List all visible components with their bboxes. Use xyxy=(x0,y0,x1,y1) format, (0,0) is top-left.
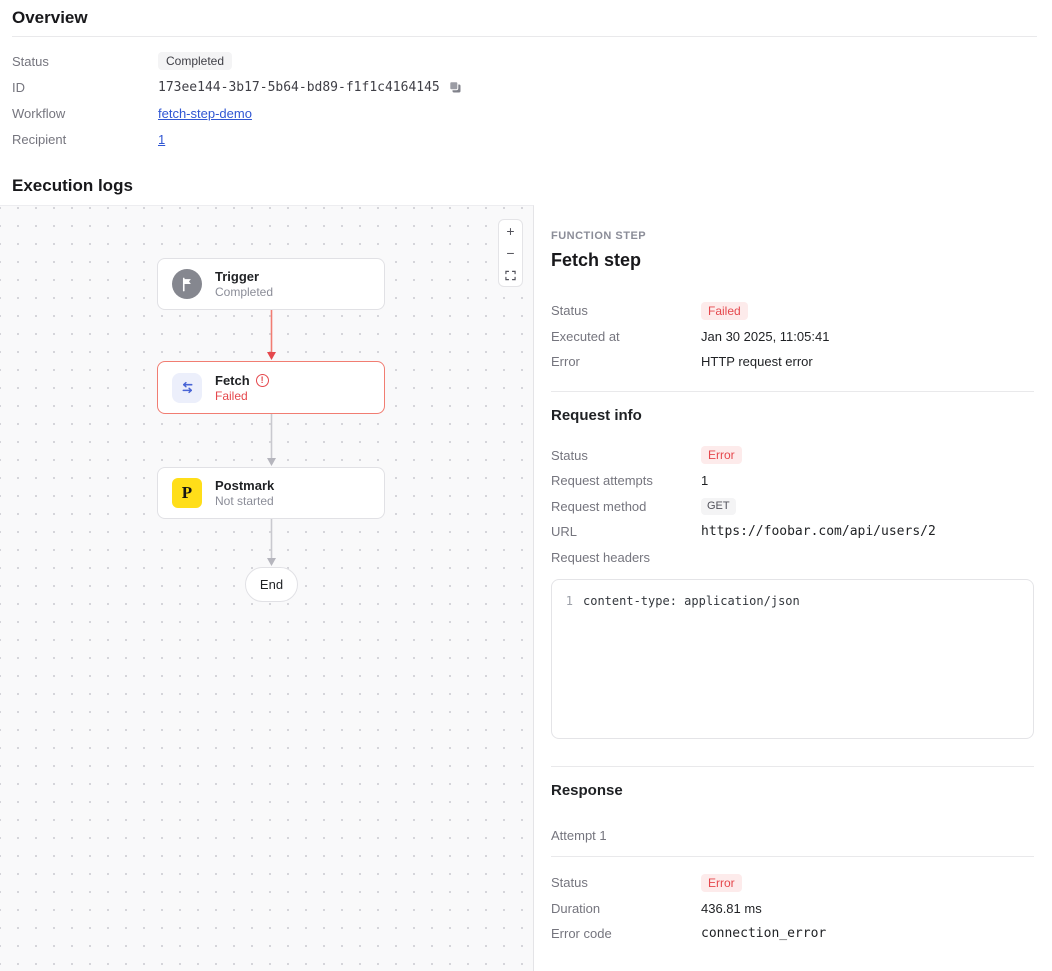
zoom-in-button[interactable]: + xyxy=(499,220,522,242)
request-status-badge: Error xyxy=(701,446,742,464)
step-error-label: Error xyxy=(551,354,701,369)
fetch-warning-icon: ! xyxy=(256,374,269,387)
step-type-kicker: FUNCTION STEP xyxy=(551,230,1034,242)
request-method-badge: GET xyxy=(701,498,736,515)
response-rows: Status Error Duration 436.81 ms Error co… xyxy=(551,870,1034,947)
request-url-label: URL xyxy=(551,524,701,539)
page-title: Overview xyxy=(12,8,1037,28)
request-attempts-label: Request attempts xyxy=(551,473,701,488)
edge-fetch-postmark xyxy=(264,414,279,467)
trigger-node-status: Completed xyxy=(215,285,273,299)
canvas-zoom-controls: + − xyxy=(498,219,523,287)
copy-id-button[interactable] xyxy=(448,80,462,94)
step-status-row: Status Failed xyxy=(551,298,1034,324)
fetch-node-title: Fetch xyxy=(215,373,250,388)
status-label: Status xyxy=(12,54,158,69)
response-status-badge: Error xyxy=(701,874,742,892)
request-info-rows: Status Error Request attempts 1 Request … xyxy=(551,443,1034,571)
step-summary-rows: Status Failed Executed at Jan 30 2025, 1… xyxy=(551,298,1034,375)
postmark-node-status: Not started xyxy=(215,494,274,508)
status-badge: Completed xyxy=(158,52,232,70)
workflow-link[interactable]: fetch-step-demo xyxy=(158,106,252,121)
fullscreen-icon xyxy=(505,270,516,281)
request-attempts-value: 1 xyxy=(701,473,708,488)
node-postmark[interactable]: P Postmark Not started xyxy=(157,467,385,519)
postmark-logo-icon: P xyxy=(172,478,202,508)
workflow-label: Workflow xyxy=(12,106,158,121)
executed-at-value: Jan 30 2025, 11:05:41 xyxy=(701,329,829,344)
response-error-code-label: Error code xyxy=(551,926,701,941)
code-line-number: 1 xyxy=(564,594,573,608)
edge-postmark-end xyxy=(264,519,279,567)
attempt-label: Attempt 1 xyxy=(551,828,1034,857)
request-method-label: Request method xyxy=(551,499,701,514)
response-error-code-value: connection_error xyxy=(701,926,826,941)
node-trigger[interactable]: Trigger Completed xyxy=(157,258,385,310)
id-label: ID xyxy=(12,80,158,95)
trigger-node-title: Trigger xyxy=(215,269,259,284)
response-divider xyxy=(551,766,1034,767)
step-status-label: Status xyxy=(551,303,701,318)
edge-trigger-fetch xyxy=(264,310,279,361)
execution-logs-title: Execution logs xyxy=(12,176,1040,196)
request-url-row: URL https://foobar.com/api/users/2 xyxy=(551,519,1034,545)
overview-section: Overview Status Completed ID 173ee144-3b… xyxy=(0,0,1052,152)
request-info-divider xyxy=(551,391,1034,392)
copy-icon xyxy=(448,80,462,94)
code-line-content: content-type: application/json xyxy=(583,594,800,608)
response-title: Response xyxy=(551,782,1034,799)
fetch-swap-icon xyxy=(172,373,202,403)
postmark-monogram: P xyxy=(182,483,192,503)
node-end: End xyxy=(245,567,298,602)
node-fetch[interactable]: Fetch ! Failed xyxy=(157,361,385,414)
step-error-value: HTTP request error xyxy=(701,354,813,369)
response-error-code-row: Error code connection_error xyxy=(551,921,1034,947)
request-status-row: Status Error xyxy=(551,443,1034,469)
code-line: 1 content-type: application/json xyxy=(564,594,1021,608)
request-headers-code-block: 1 content-type: application/json xyxy=(551,579,1034,739)
executed-at-label: Executed at xyxy=(551,329,701,344)
overview-workflow-row: Workflow fetch-step-demo xyxy=(12,100,1037,126)
step-detail-panel: FUNCTION STEP Fetch step Status Failed E… xyxy=(534,205,1052,971)
response-status-row: Status Error xyxy=(551,870,1034,896)
request-attempts-row: Request attempts 1 xyxy=(551,468,1034,494)
transaction-id: 173ee144-3b17-5b64-bd89-f1f1c4164145 xyxy=(158,80,440,95)
response-status-label: Status xyxy=(551,875,701,890)
overview-id-row: ID 173ee144-3b17-5b64-bd89-f1f1c4164145 xyxy=(12,74,1037,100)
response-duration-label: Duration xyxy=(551,901,701,916)
overview-status-row: Status Completed xyxy=(12,48,1037,74)
request-url-value: https://foobar.com/api/users/2 xyxy=(701,524,936,539)
recipient-label: Recipient xyxy=(12,132,158,147)
recipient-link[interactable]: 1 xyxy=(158,132,165,147)
request-status-label: Status xyxy=(551,448,701,463)
overview-rows: Status Completed ID 173ee144-3b17-5b64-b… xyxy=(12,37,1037,152)
executed-at-row: Executed at Jan 30 2025, 11:05:41 xyxy=(551,324,1034,350)
step-title: Fetch step xyxy=(551,250,1034,271)
request-headers-row: Request headers xyxy=(551,545,1034,571)
execution-logs-body: + − Trigger Completed xyxy=(0,205,1052,971)
step-error-row: Error HTTP request error xyxy=(551,349,1034,375)
trigger-flag-icon xyxy=(172,269,202,299)
postmark-node-title: Postmark xyxy=(215,478,274,493)
workflow-canvas[interactable]: + − Trigger Completed xyxy=(0,205,534,971)
fetch-node-status: Failed xyxy=(215,389,269,403)
zoom-out-button[interactable]: − xyxy=(499,242,522,264)
request-info-title: Request info xyxy=(551,407,1034,424)
fit-view-button[interactable] xyxy=(499,264,522,286)
overview-recipient-row: Recipient 1 xyxy=(12,126,1037,152)
step-status-badge: Failed xyxy=(701,302,748,320)
request-headers-label: Request headers xyxy=(551,550,701,565)
response-duration-row: Duration 436.81 ms xyxy=(551,896,1034,922)
request-method-row: Request method GET xyxy=(551,494,1034,520)
response-duration-value: 436.81 ms xyxy=(701,901,762,916)
